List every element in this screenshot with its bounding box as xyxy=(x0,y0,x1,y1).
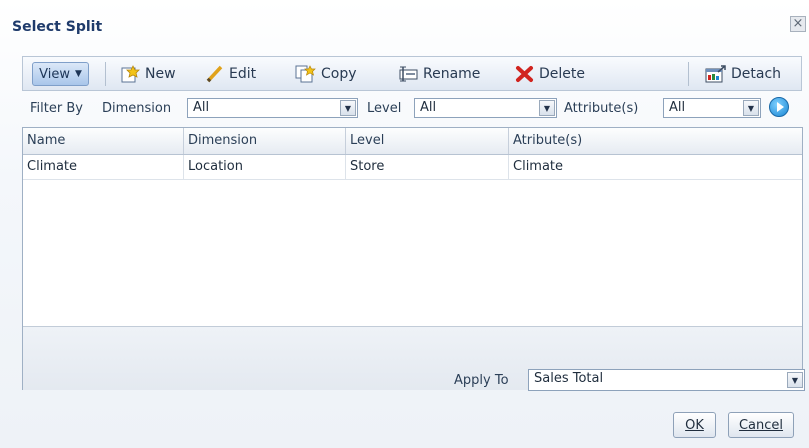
new-icon xyxy=(121,64,141,83)
chevron-down-icon: ▼ xyxy=(74,69,82,79)
dimension-select[interactable]: All ▼ xyxy=(187,98,358,118)
copy-button[interactable]: Copy xyxy=(295,57,357,90)
detach-icon xyxy=(705,64,727,83)
level-select[interactable]: All ▼ xyxy=(414,98,557,118)
detach-button[interactable]: Detach xyxy=(705,57,781,90)
cell-name: Climate xyxy=(23,155,184,179)
filter-by-label: Filter By xyxy=(30,101,83,116)
splits-table: Name Dimension Level Atribute(s) Climate… xyxy=(22,127,803,390)
toolbar-divider xyxy=(105,62,106,86)
close-icon[interactable]: × xyxy=(790,16,806,32)
cell-dimension: Location xyxy=(184,155,346,179)
new-button[interactable]: New xyxy=(121,57,176,90)
apply-to-value: Sales Total xyxy=(534,371,604,386)
chevron-down-icon[interactable]: ▼ xyxy=(787,372,803,388)
column-header-attributes[interactable]: Atribute(s) xyxy=(509,128,802,154)
table-header: Name Dimension Level Atribute(s) xyxy=(23,128,802,155)
pencil-icon xyxy=(205,65,225,83)
delete-button[interactable]: Delete xyxy=(515,57,585,90)
cancel-label: Cancel xyxy=(738,417,784,433)
toolbar-divider xyxy=(688,62,689,86)
copy-icon xyxy=(295,64,317,83)
copy-label: Copy xyxy=(321,65,357,82)
attribute-value: All xyxy=(669,100,686,115)
select-split-dialog: Select Split × View ▼ New Edit Copy Rena… xyxy=(0,0,809,448)
cancel-button[interactable]: Cancel xyxy=(728,412,794,438)
apply-to-label: Apply To xyxy=(454,373,509,388)
chevron-down-icon[interactable]: ▼ xyxy=(340,100,356,116)
cell-attributes: Climate xyxy=(513,159,564,174)
dimension-value: All xyxy=(193,100,210,115)
ok-button[interactable]: OK xyxy=(673,412,716,438)
table-row[interactable]: Climate Location Store Climate xyxy=(23,155,802,180)
attribute-select[interactable]: All ▼ xyxy=(663,98,761,118)
detach-label: Detach xyxy=(731,65,782,82)
column-header-dimension[interactable]: Dimension xyxy=(184,128,346,154)
edit-button[interactable]: Edit xyxy=(205,57,256,90)
rename-label: Rename xyxy=(423,65,481,82)
column-header-name[interactable]: Name xyxy=(23,128,184,154)
filter-bar: Filter By Dimension All ▼ Level All ▼ At… xyxy=(22,93,802,125)
cell-level: Store xyxy=(346,155,509,179)
attribute-label: Attribute(s) xyxy=(564,101,639,116)
delete-x-icon xyxy=(515,65,535,83)
level-value: All xyxy=(420,100,437,115)
rename-icon xyxy=(397,65,419,83)
edit-label: Edit xyxy=(229,65,257,82)
ok-label: OK xyxy=(685,417,704,433)
chevron-down-icon[interactable]: ▼ xyxy=(743,100,759,116)
rename-button[interactable]: Rename xyxy=(397,57,480,90)
view-label: View xyxy=(39,66,70,82)
go-arrow-icon[interactable] xyxy=(769,97,789,117)
chevron-down-icon[interactable]: ▼ xyxy=(539,100,555,116)
dimension-label: Dimension xyxy=(102,101,172,116)
dialog-title: Select Split xyxy=(12,19,103,35)
level-label: Level xyxy=(367,101,402,116)
new-label: New xyxy=(145,65,176,82)
toolbar: View ▼ New Edit Copy Rename Delete Detac… xyxy=(22,56,802,91)
column-header-level[interactable]: Level xyxy=(346,128,509,154)
apply-to-select[interactable]: Sales Total ▼ xyxy=(528,369,805,391)
view-menu-button[interactable]: View ▼ xyxy=(32,62,89,86)
delete-label: Delete xyxy=(539,65,585,82)
